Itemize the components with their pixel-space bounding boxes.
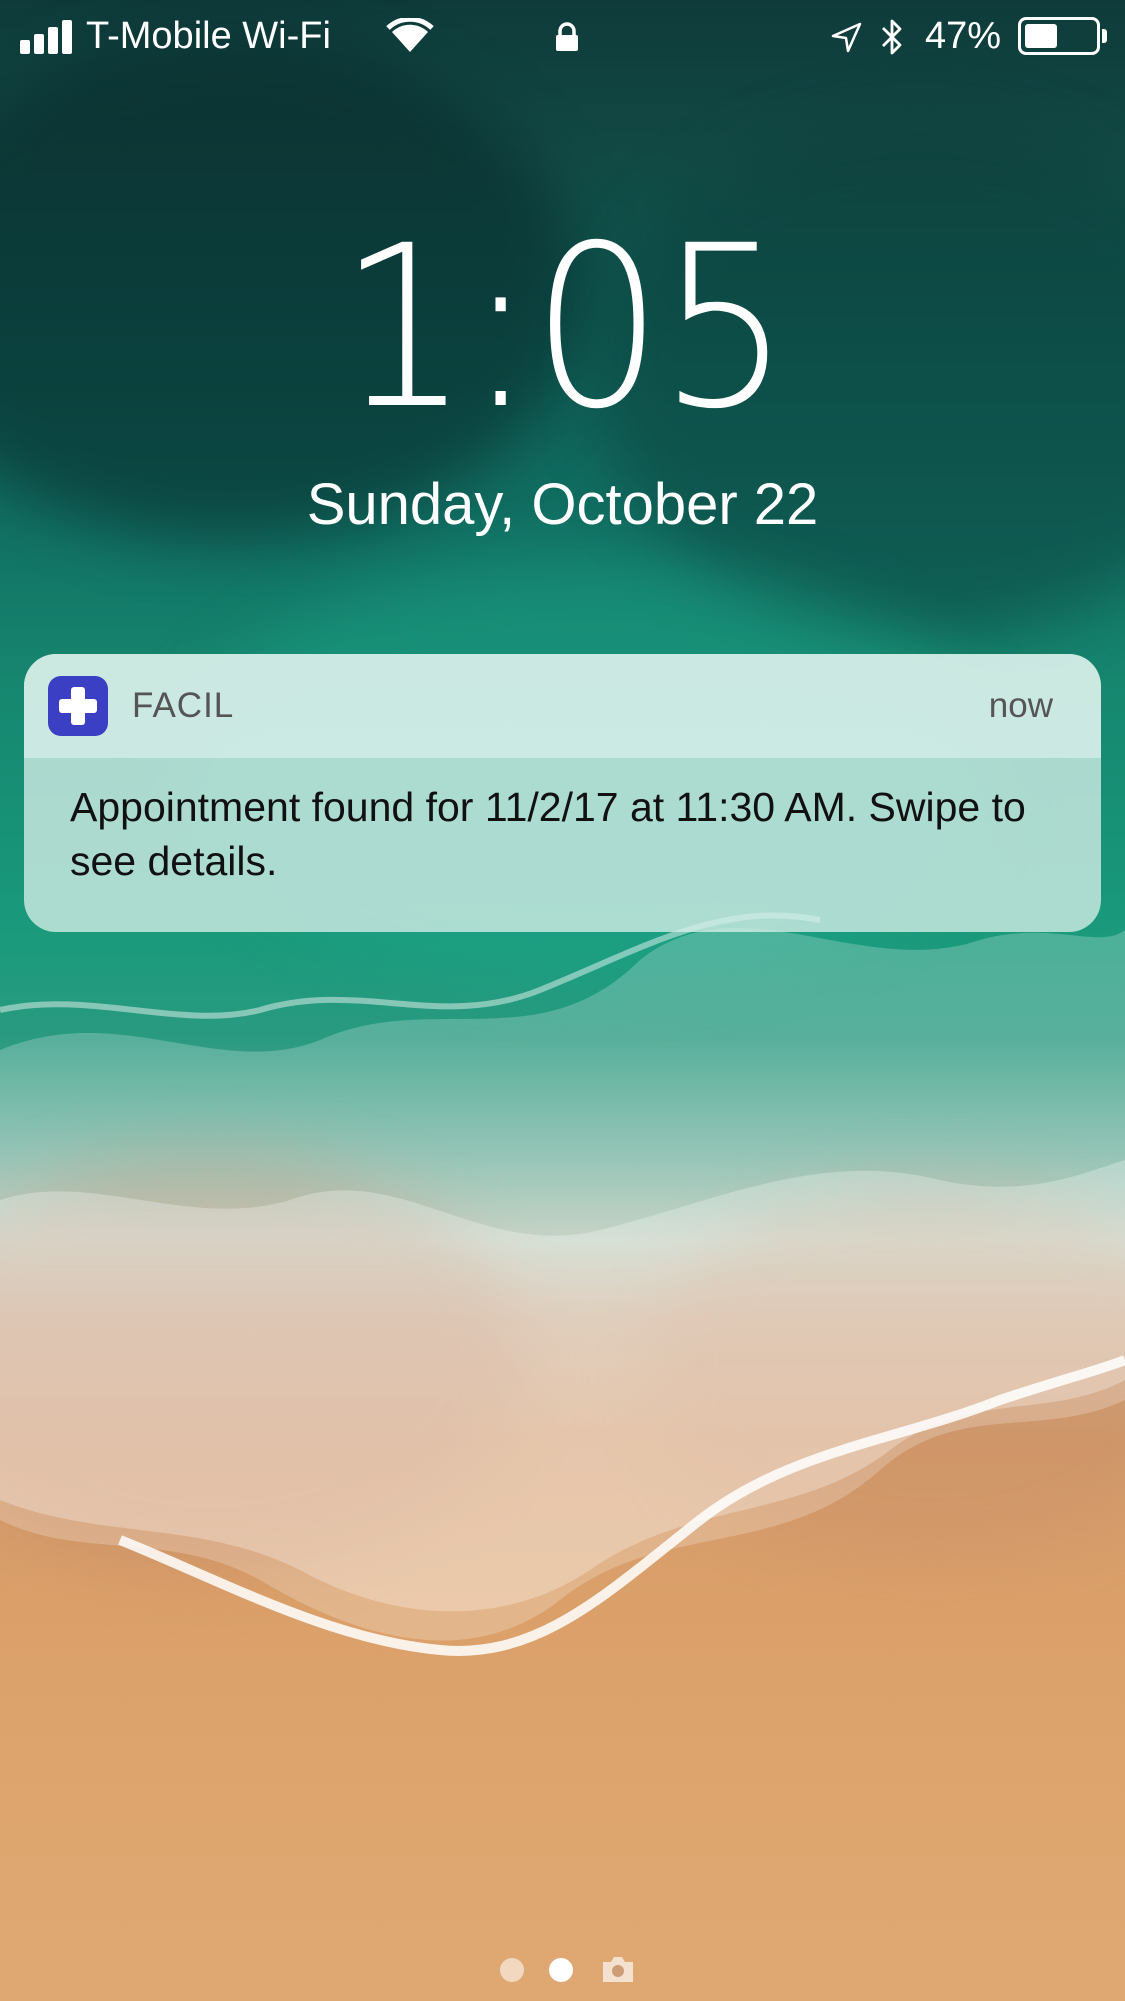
notification-time: now (988, 686, 1053, 725)
lock-screen-date: Sunday, October 22 (306, 472, 819, 537)
battery-icon (1018, 17, 1100, 55)
battery-nub (1102, 29, 1107, 43)
carrier-label: T-Mobile Wi-Fi (86, 15, 331, 57)
lock-screen-time: 1:05 (338, 197, 790, 458)
signal-icon (20, 20, 76, 54)
notification-header: FACIL now (24, 654, 1101, 758)
bluetooth-icon (882, 19, 902, 55)
page-dot-active (549, 1958, 573, 1982)
page-indicator (0, 1952, 1125, 1988)
location-arrow-icon (831, 22, 862, 53)
notification-app-name: FACIL (132, 686, 235, 725)
lock-icon (556, 22, 578, 51)
medical-cross-icon (48, 676, 108, 736)
page-dot (500, 1958, 524, 1982)
battery-level-fill (1025, 24, 1057, 48)
notification-card[interactable]: FACIL now Appointment found for 11/2/17 … (24, 654, 1101, 932)
camera-icon[interactable] (600, 1954, 636, 1984)
wifi-icon (386, 18, 434, 52)
battery-percentage: 47% (925, 15, 1002, 57)
status-bar: T-Mobile Wi-Fi 47% (0, 0, 1125, 72)
notification-message: Appointment found for 11/2/17 at 11:30 A… (70, 784, 1026, 884)
